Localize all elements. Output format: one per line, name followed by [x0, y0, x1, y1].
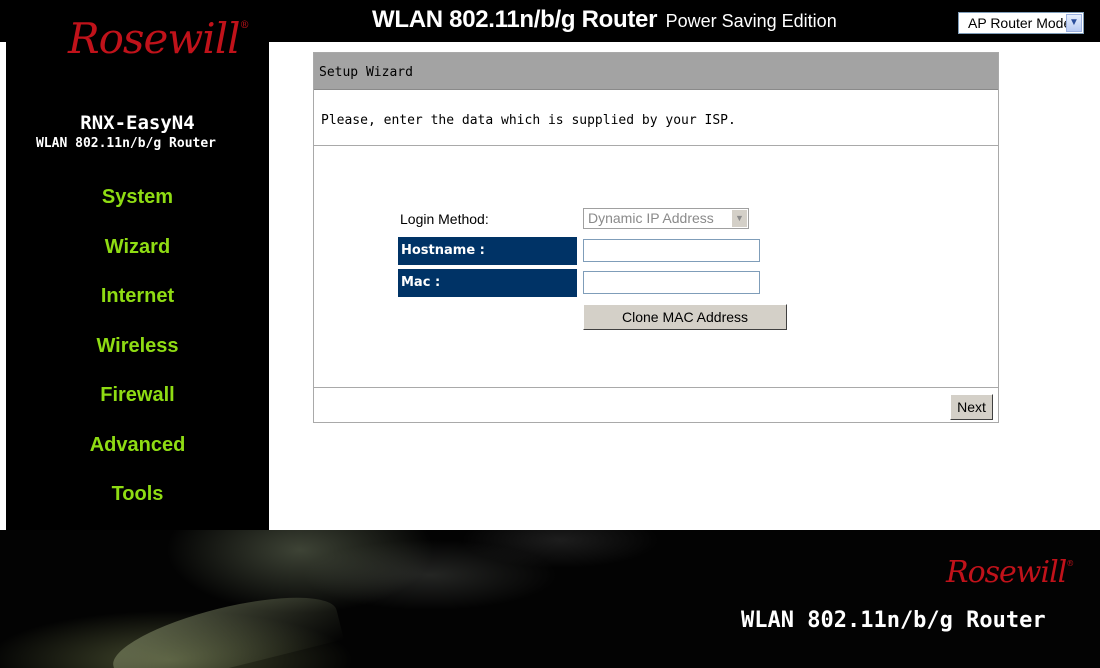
mac-label: Mac : [398, 269, 577, 297]
setup-wizard-panel: Setup Wizard Please, enter the data whic… [313, 52, 999, 423]
sidebar-item-wireless[interactable]: Wireless [6, 332, 269, 382]
rosewill-logo: Rosewill® [68, 14, 250, 63]
model-name: RNX-EasyN4 [80, 112, 195, 134]
mac-input[interactable] [583, 271, 760, 294]
mode-select-value: AP Router Mode [968, 15, 1072, 31]
sidebar-item-system[interactable]: System [6, 183, 269, 233]
divider [314, 387, 998, 388]
footer-logo-text: Rosewill [946, 555, 1067, 590]
mode-select[interactable]: AP Router Mode ▼ [958, 12, 1084, 34]
chevron-down-icon[interactable]: ▼ [732, 210, 747, 227]
panel-title: Setup Wizard [319, 65, 413, 80]
sidebar-item-wizard[interactable]: Wizard [6, 233, 269, 283]
logo-text: Rosewill [68, 14, 241, 63]
login-method-select[interactable]: Dynamic IP Address ▼ [583, 208, 749, 229]
chevron-down-icon[interactable]: ▼ [1066, 14, 1082, 32]
login-method-label: Login Method: [400, 211, 489, 227]
footer-logo-registered-mark: ® [1066, 559, 1074, 568]
hostname-input[interactable] [583, 239, 760, 262]
panel-description: Please, enter the data which is supplied… [321, 113, 736, 128]
sidebar-nav: System Wizard Internet Wireless Firewall… [6, 183, 269, 530]
sidebar-item-tools[interactable]: Tools [6, 480, 269, 530]
title-main: WLAN 802.11n/b/g Router [372, 6, 658, 33]
divider [314, 145, 998, 146]
footer-product-name: WLAN 802.11n/b/g Router [741, 608, 1046, 633]
model-subtitle: WLAN 802.11n/b/g Router [35, 136, 216, 151]
sidebar-item-advanced[interactable]: Advanced [6, 431, 269, 481]
footer-rosewill-logo: Rosewill® [946, 555, 1074, 590]
sidebar: Rosewill® RNX-EasyN4 WLAN 802.11n/b/g Ro… [6, 0, 269, 530]
sidebar-item-internet[interactable]: Internet [6, 282, 269, 332]
login-method-value: Dynamic IP Address [588, 210, 714, 226]
next-button[interactable]: Next [950, 394, 993, 420]
page-title: WLAN 802.11n/b/g Router Power Saving Edi… [372, 6, 837, 34]
logo-registered-mark: ® [239, 20, 250, 31]
title-sub: Power Saving Edition [665, 11, 837, 31]
sidebar-item-firewall[interactable]: Firewall [6, 381, 269, 431]
hostname-label: Hostname : [398, 237, 577, 265]
clone-mac-address-button[interactable]: Clone MAC Address [583, 304, 787, 330]
footer-banner: Rosewill® WLAN 802.11n/b/g Router [0, 530, 1100, 668]
panel-header: Setup Wizard [314, 53, 998, 90]
